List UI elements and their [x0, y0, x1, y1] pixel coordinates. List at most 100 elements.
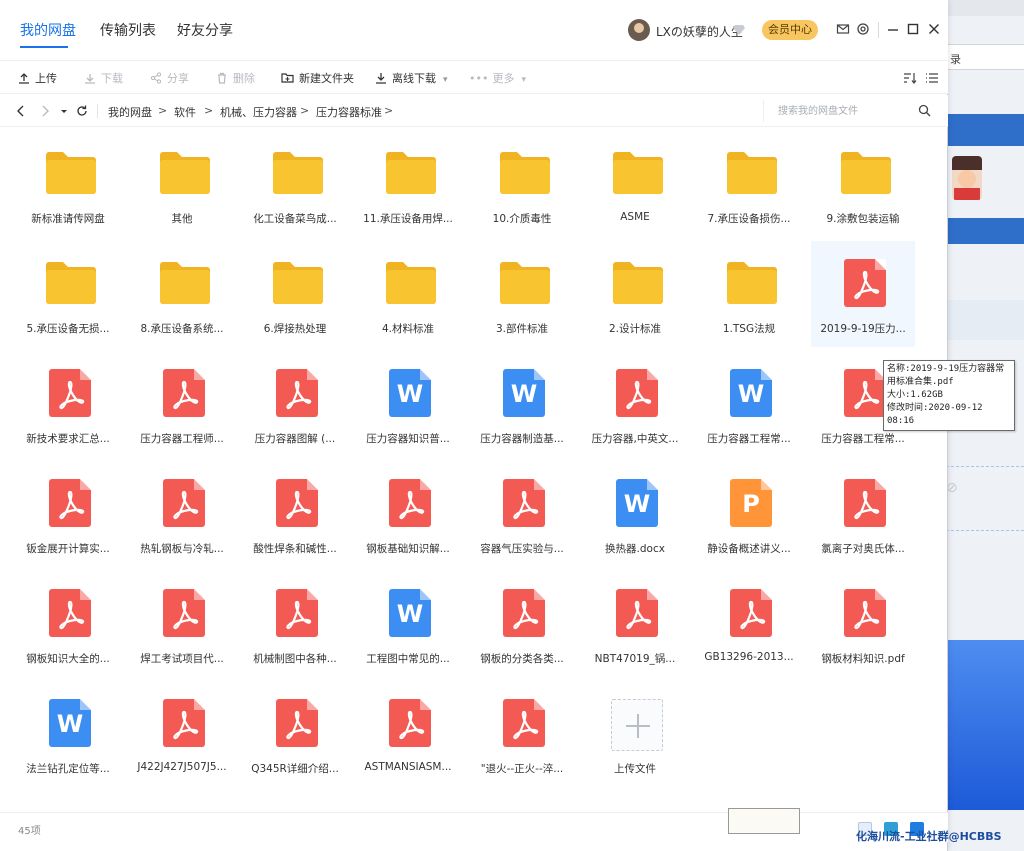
search-icon[interactable] — [918, 104, 931, 117]
file-item[interactable]: NBT47019_锅... — [583, 571, 687, 677]
file-item[interactable]: 2019-9-19压力... — [811, 241, 915, 347]
file-item[interactable]: 压力容器图解 (... — [243, 351, 347, 457]
settings-icon[interactable] — [856, 22, 870, 36]
file-item[interactable]: 压力容器工程师... — [130, 351, 234, 457]
folder-item[interactable]: 2.设计标准 — [583, 241, 687, 347]
delete-button[interactable]: 删除 — [216, 70, 255, 86]
file-item[interactable]: W 压力容器制造基... — [470, 351, 574, 457]
file-name: 机械制图中各种... — [253, 653, 337, 665]
pdf-file-icon — [616, 369, 658, 417]
file-item[interactable]: 钢板知识大全的... — [16, 571, 120, 677]
file-item[interactable]: 容器气压实验与... — [470, 461, 574, 567]
vip-center-button[interactable]: 会员中心 — [762, 20, 818, 40]
file-name: 5.承压设备无损... — [26, 323, 110, 335]
download-button[interactable]: 下载 — [84, 70, 123, 86]
delete-label: 删除 — [233, 72, 255, 85]
folder-icon — [273, 152, 323, 194]
chevron-down-icon: ▾ — [443, 75, 448, 85]
folder-item[interactable]: 新标准请传网盘 — [16, 131, 120, 237]
file-item[interactable]: 酸性焊条和碱性... — [243, 461, 347, 567]
sort-icon[interactable] — [903, 72, 917, 84]
breadcrumb-item[interactable]: 软件 — [174, 104, 196, 120]
folder-item[interactable]: 8.承压设备系统... — [130, 241, 234, 347]
minimize-icon[interactable] — [886, 22, 900, 36]
file-item[interactable]: W 换热器.docx — [583, 461, 687, 567]
file-icon-wrap — [386, 699, 434, 747]
file-item[interactable]: W 压力容器工程常... — [697, 351, 801, 457]
file-item[interactable]: ASTMANSIASM... — [356, 681, 460, 787]
folder-item[interactable]: 化工设备菜鸟成... — [243, 131, 347, 237]
search-input[interactable] — [778, 103, 914, 119]
pdf-file-icon — [389, 479, 431, 527]
folder-item[interactable]: 1.TSG法规 — [697, 241, 801, 347]
pdf-file-icon — [503, 699, 545, 747]
file-item[interactable]: Q345R详细介绍... — [243, 681, 347, 787]
file-icon-wrap — [841, 589, 889, 637]
folder-icon — [160, 262, 210, 304]
file-item[interactable]: 热轧钢板与冷轧... — [130, 461, 234, 567]
file-item[interactable]: W 压力容器知识普... — [356, 351, 460, 457]
folder-item[interactable]: 11.承压设备用焊... — [356, 131, 460, 237]
upload-file-tile[interactable]: 上传文件 — [583, 681, 687, 787]
file-item[interactable]: 焊工考试项目代... — [130, 571, 234, 677]
file-name: 3.部件标准 — [495, 323, 549, 335]
file-item[interactable]: 钢板基础知识解... — [356, 461, 460, 567]
bg-blue-band — [946, 114, 1024, 146]
folder-item[interactable]: 7.承压设备损伤... — [697, 131, 801, 237]
folder-icon-wrap — [613, 149, 663, 197]
close-icon[interactable] — [927, 22, 941, 36]
maximize-icon[interactable] — [906, 22, 920, 36]
folder-item[interactable]: 5.承压设备无损... — [16, 241, 120, 347]
breadcrumb-item[interactable]: 我的网盘 — [108, 104, 152, 120]
refresh-icon[interactable] — [75, 104, 89, 118]
back-icon[interactable] — [14, 104, 28, 118]
file-item[interactable]: 压力容器,中英文... — [583, 351, 687, 457]
pdf-file-icon — [49, 589, 91, 637]
file-item[interactable]: 钢板的分类各类... — [470, 571, 574, 677]
tab-friend-share[interactable]: 好友分享 — [177, 20, 233, 40]
forward-icon[interactable] — [38, 104, 52, 118]
folder-item[interactable]: 10.介质毒性 — [470, 131, 574, 237]
history-dropdown-icon[interactable] — [59, 104, 69, 118]
file-name: 钢板的分类各类... — [480, 653, 564, 665]
file-item[interactable]: 钣金展开计算实... — [16, 461, 120, 567]
more-button[interactable]: ••• 更多 ▾ — [469, 70, 526, 86]
file-item[interactable]: 氯离子对奥氏体... — [811, 461, 915, 567]
file-item[interactable]: "退火--正火--淬... — [470, 681, 574, 787]
folder-item[interactable]: 3.部件标准 — [470, 241, 574, 347]
file-item[interactable]: W 工程图中常见的... — [356, 571, 460, 677]
folder-item[interactable]: 其他 — [130, 131, 234, 237]
folder-item[interactable]: 6.焊接热处理 — [243, 241, 347, 347]
offline-download-button[interactable]: 离线下载 ▾ — [375, 70, 448, 86]
pdf-file-icon — [503, 479, 545, 527]
tab-transfer-list[interactable]: 传输列表 — [100, 20, 156, 40]
file-icon-wrap — [273, 699, 321, 747]
file-item[interactable]: 新技术要求汇总... — [16, 351, 120, 457]
file-icon-wrap — [46, 479, 94, 527]
tab-my-disk[interactable]: 我的网盘 — [20, 20, 76, 40]
file-name: 化工设备菜鸟成... — [253, 213, 337, 225]
folder-item[interactable]: 9.涂敷包装运输 — [811, 131, 915, 237]
mail-icon[interactable] — [836, 22, 850, 36]
upload-button[interactable]: 上传 — [18, 70, 57, 86]
user-avatar[interactable] — [628, 19, 650, 41]
folder-item[interactable]: ASME — [583, 131, 687, 237]
share-button[interactable]: 分享 — [150, 70, 189, 86]
file-item[interactable]: 钢板材料知识.pdf — [811, 571, 915, 677]
folder-item[interactable]: 4.材料标准 — [356, 241, 460, 347]
bg-titlebar — [946, 0, 1024, 16]
file-item[interactable]: W 法兰钻孔定位等... — [16, 681, 120, 787]
pdf-file-icon — [276, 699, 318, 747]
item-count: 45项 — [18, 826, 41, 837]
plus-icon — [611, 699, 663, 751]
file-name: 1.TSG法规 — [722, 323, 776, 335]
new-folder-button[interactable]: 新建文件夹 — [281, 70, 354, 86]
breadcrumb-item[interactable]: 机械、压力容器 — [220, 104, 297, 120]
file-item[interactable]: P 静设备概述讲义... — [697, 461, 801, 567]
list-view-icon[interactable] — [925, 72, 939, 84]
user-name[interactable]: LXの妖孽的人生 — [656, 23, 743, 40]
file-item[interactable]: J422J427J507J5... — [130, 681, 234, 787]
file-item[interactable]: GB13296-2013... — [697, 571, 801, 677]
breadcrumb-item[interactable]: 压力容器标准 — [316, 104, 382, 120]
file-item[interactable]: 机械制图中各种... — [243, 571, 347, 677]
